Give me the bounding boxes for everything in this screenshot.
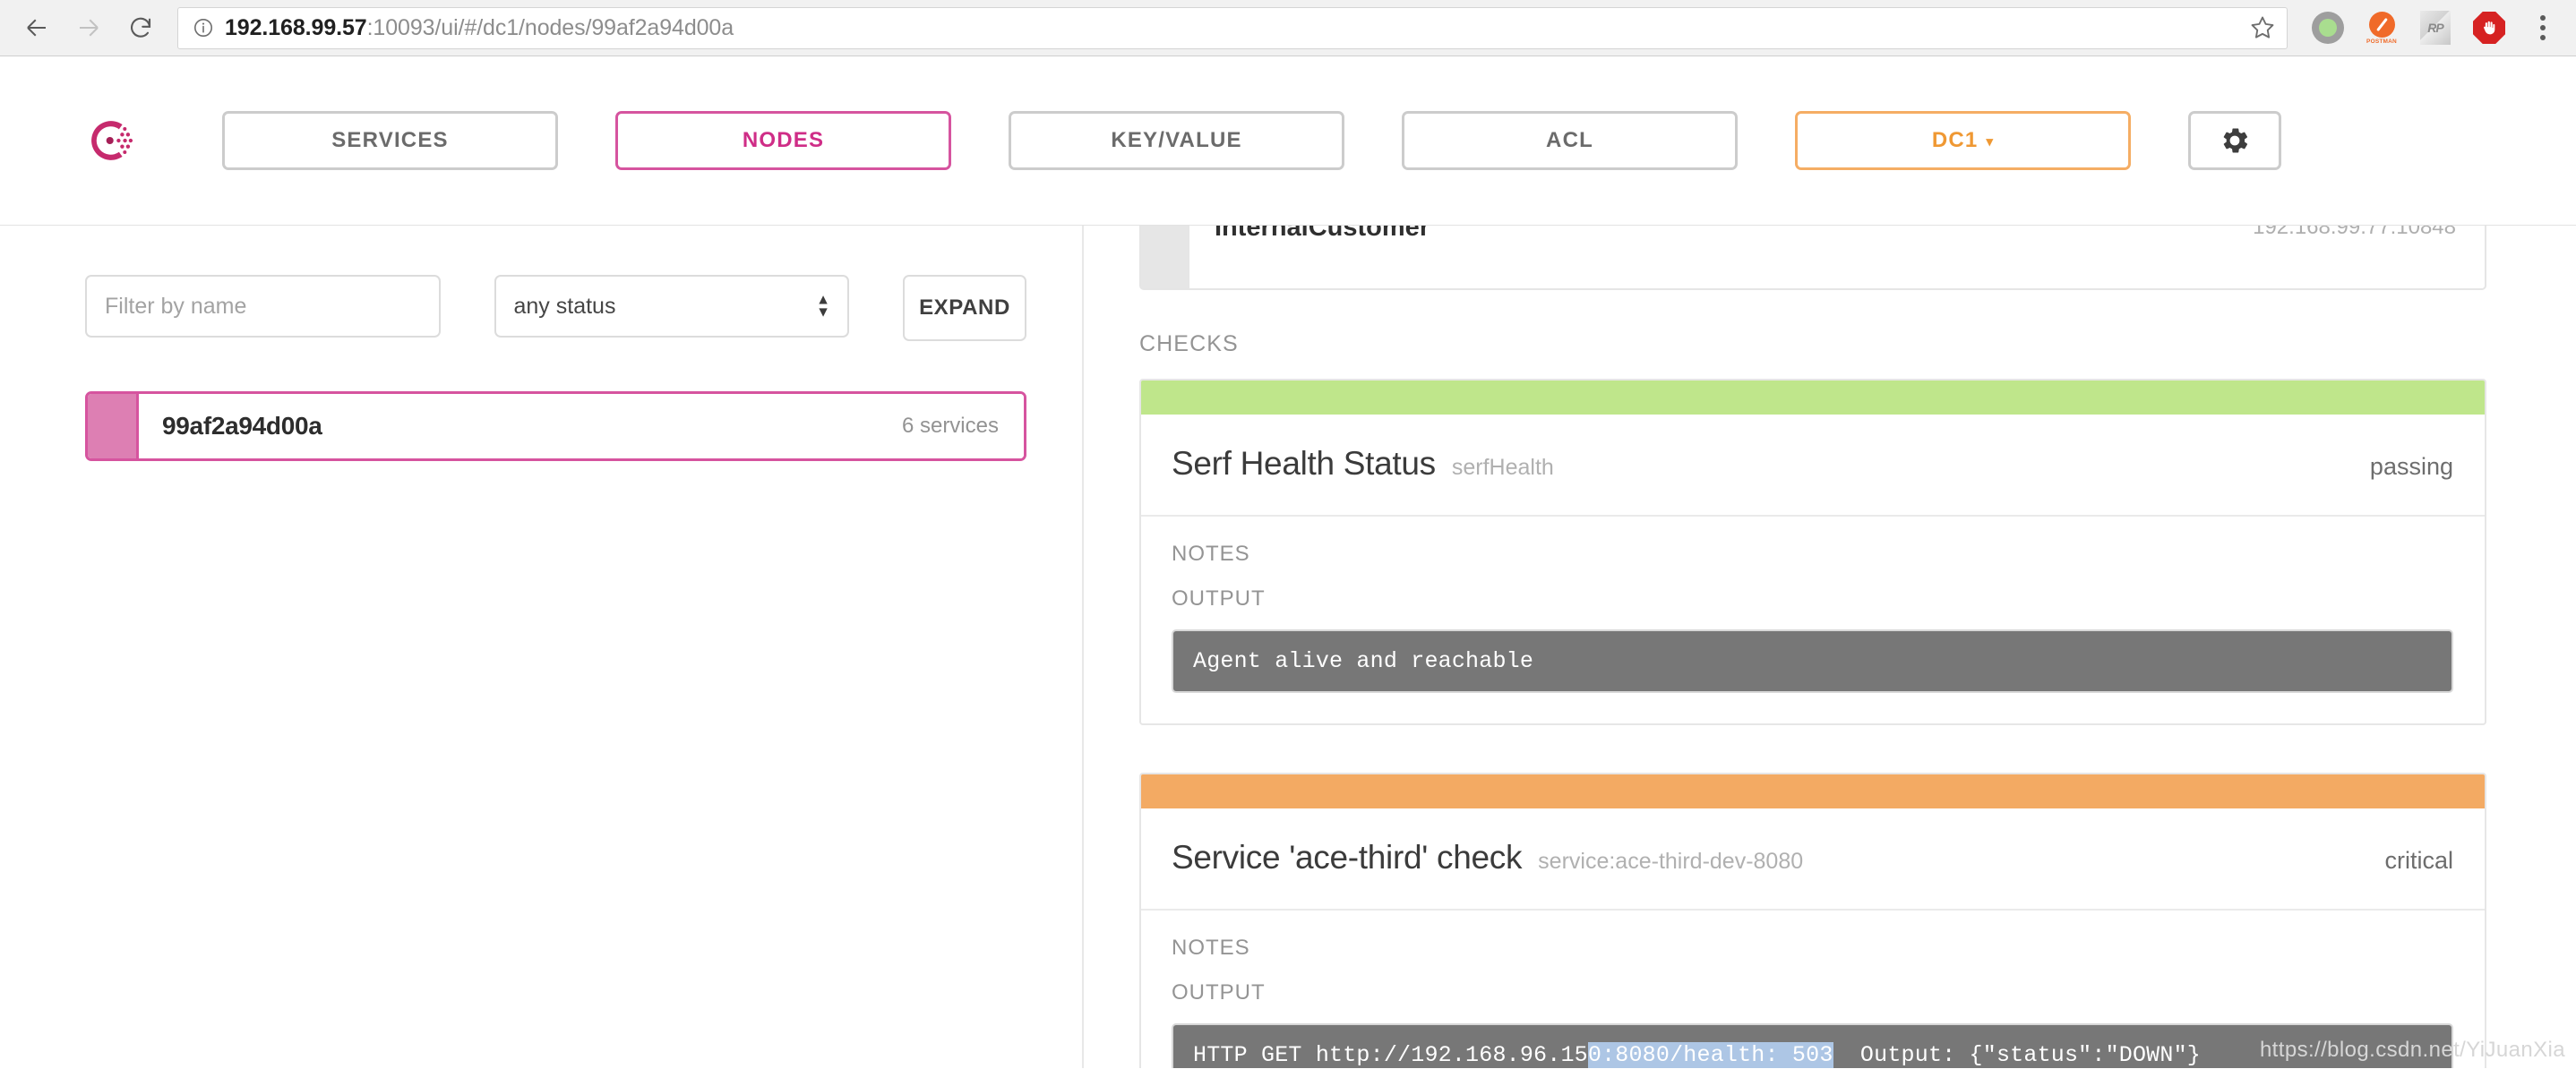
star-icon[interactable] [2249,14,2276,41]
forward-button[interactable] [64,4,113,52]
browser-extensions: POSTMAN RP [2311,11,2560,45]
notes-label: NOTES [1172,542,1250,566]
datacenter-selector[interactable]: DC1 ▾ [1795,111,2131,170]
browser-toolbar: 192.168.99.57:10093/ui/#/dc1/nodes/99af2… [0,0,2576,56]
consul-logo[interactable] [56,115,167,166]
main-nav: SERVICES NODES KEY/VALUE ACL DC1 ▾ [222,111,2131,170]
nav-tab-acl[interactable]: ACL [1402,111,1738,170]
check-title-wrap: Service 'ace-third' check service:ace-th… [1172,839,1803,877]
service-row-body[interactable]: InternalCustomer 192.168.99.77:10848 [1189,226,2485,288]
check-meta: NOTES OUTPUT Agent alive and reachable [1141,517,2485,723]
service-name: InternalCustomer [1215,226,1430,242]
check-output-box: Agent alive and reachable [1172,629,2453,693]
hand-stop-icon [2484,21,2495,35]
check-id: serfHealth [1451,455,1554,480]
check-header: Service 'ace-third' check service:ace-th… [1141,808,2485,911]
output-text-pre: Agent alive and reachable [1193,648,1534,674]
service-address: 192.168.99.77:10848 [2253,226,2456,239]
app-header: SERVICES NODES KEY/VALUE ACL DC1 ▾ [0,56,2576,226]
output-text-selected: 0:8080/health: 503 [1587,1042,1833,1068]
chevron-down-icon: ▾ [1986,134,1995,150]
address-bar[interactable]: 192.168.99.57:10093/ui/#/dc1/nodes/99af2… [177,6,2288,49]
reload-button[interactable] [116,4,165,52]
url-path: :10093/ui/#/dc1/nodes/99af2a94d00a [366,14,734,40]
check-title-wrap: Serf Health Status serfHealth [1172,445,1554,483]
check-id: service:ace-third-dev-8080 [1538,849,1804,874]
settings-button[interactable] [2188,111,2281,170]
postman-extension-icon[interactable]: POSTMAN [2365,11,2399,45]
nav-tab-key-value[interactable]: KEY/VALUE [1009,111,1344,170]
output-label: OUTPUT [1172,586,1266,611]
service-row[interactable]: InternalCustomer 192.168.99.77:10848 [1139,226,2486,290]
adblock-extension-icon[interactable] [2472,11,2506,45]
filter-toolbar: any status ▲▼ EXPAND [85,275,1026,341]
three-dot-menu-icon[interactable] [2526,11,2560,45]
nav-tab-nodes[interactable]: NODES [615,111,951,170]
output-label: OUTPUT [1172,980,1266,1005]
node-name: 99af2a94d00a [162,412,322,440]
checks-section-label: CHECKS [1139,331,1239,356]
check-card-ace-third: Service 'ace-third' check service:ace-th… [1139,773,2486,1068]
notes-label: NOTES [1172,936,1250,960]
url-text[interactable]: 192.168.99.57:10093/ui/#/dc1/nodes/99af2… [225,15,2240,41]
nodes-sidebar: any status ▲▼ EXPAND 99af2a94d00a 6 serv… [0,226,1084,1068]
output-text-pre: HTTP GET http://192.168.96.15 [1193,1042,1588,1068]
gear-icon [2223,128,2248,153]
search-input[interactable] [85,275,441,338]
check-status-strip [1141,774,2485,808]
browser-nav-buttons [13,4,165,52]
expand-button-label: EXPAND [919,295,1010,320]
nav-tab-acl-label: ACL [1546,128,1593,152]
status-badge: critical [2384,847,2453,874]
arrow-left-icon [27,19,46,37]
nav-tab-key-value-label: KEY/VALUE [1111,128,1242,152]
node-service-count: 6 services [901,414,999,438]
check-output-box: HTTP GET http://192.168.96.150:8080/heal… [1172,1023,2453,1068]
datacenter-label: DC1 [1931,128,1979,152]
postman-label: POSTMAN [2366,38,2397,45]
url-host: 192.168.99.57 [225,14,367,40]
select-arrows-icon: ▲ ▼ [816,292,830,320]
output-text-post: Output: {"status":"DOWN"} [1833,1042,2201,1068]
reload-icon [130,17,151,38]
expand-button[interactable]: EXPAND [903,275,1026,341]
status-filter-select[interactable]: any status ▲ ▼ [494,275,849,338]
service-row-clipped: InternalCustomer 192.168.99.77:10848 [1139,226,2486,290]
check-title: Serf Health Status [1172,445,1436,482]
consul-logo-icon [91,121,133,160]
arrow-right-icon [80,19,99,37]
node-detail-panel: InternalCustomer 192.168.99.77:10848 CHE… [1084,226,2576,1068]
node-list: 99af2a94d00a 6 services [85,391,1026,461]
check-card-serf-health: Serf Health Status serfHealth passing NO… [1139,379,2486,725]
rp-extension-icon[interactable]: RP [2418,11,2452,45]
nav-tab-services[interactable]: SERVICES [222,111,558,170]
check-meta: NOTES OUTPUT HTTP GET http://192.168.96.… [1141,911,2485,1068]
check-header: Serf Health Status serfHealth passing [1141,415,2485,517]
page-body: any status ▲▼ EXPAND 99af2a94d00a 6 serv… [0,226,2576,1068]
info-circle-icon[interactable] [193,17,214,38]
status-filter-value: any status [513,293,616,319]
nav-tab-services-label: SERVICES [331,128,449,152]
check-title: Service 'ace-third' check [1172,839,1523,876]
rp-extension-label: RP [2420,11,2451,45]
service-status-accent [1141,226,1189,288]
node-status-accent [88,394,136,458]
list-item[interactable]: 99af2a94d00a 6 services [85,391,1026,461]
check-status-strip [1141,381,2485,415]
green-dot-extension-icon[interactable] [2311,11,2345,45]
back-button[interactable] [13,4,61,52]
node-row-body[interactable]: 99af2a94d00a 6 services [136,394,1024,458]
status-badge: passing [2369,453,2453,480]
nav-tab-nodes-label: NODES [742,128,825,152]
